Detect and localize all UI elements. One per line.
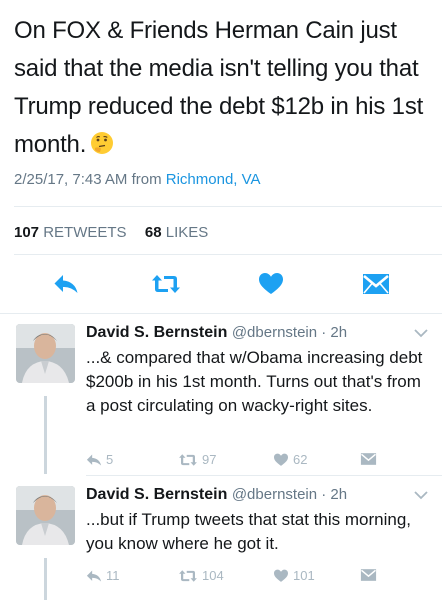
avatar[interactable]: [16, 324, 75, 383]
reply-header: David S. Bernstein @dbernstein · 2h: [86, 486, 347, 504]
direct-message-button[interactable]: [360, 452, 381, 466]
reply-tweet[interactable]: David S. Bernstein @dbernstein · 2h ...b…: [0, 486, 442, 600]
reply-button[interactable]: 11: [86, 568, 120, 583]
tweet-action-bar: [0, 268, 442, 300]
tweet-stats: 107 RETWEETS 68 LIKES: [14, 224, 208, 241]
like-button[interactable]: [255, 268, 287, 300]
retweet-button[interactable]: [150, 268, 182, 300]
retweet-icon: [179, 453, 197, 466]
reply-icon: [86, 569, 102, 582]
retweet-icon: [179, 569, 197, 582]
main-tweet: On FOX & Friends Herman Cain just said t…: [14, 12, 430, 164]
reply-text: ...& compared that w/Obama increasing de…: [86, 348, 423, 415]
reply-icon: [86, 453, 102, 466]
thread-line: [44, 558, 47, 600]
reply-header: David S. Bernstein @dbernstein · 2h: [86, 324, 347, 342]
avatar[interactable]: [16, 486, 75, 545]
like-icon: [274, 569, 288, 582]
tweet-timestamp: 2/25/17, 7:43 AM from: [14, 171, 162, 188]
retweet-label[interactable]: RETWEETS: [43, 224, 126, 241]
dm-icon: [360, 569, 377, 581]
divider: [14, 254, 442, 255]
reply-count: 5: [106, 452, 114, 467]
avatar-photo: [16, 486, 75, 545]
like-icon: [274, 453, 288, 466]
dm-icon: [363, 274, 389, 294]
avatar-photo: [16, 324, 75, 383]
direct-message-button[interactable]: [360, 568, 381, 582]
reply-tweet[interactable]: David S. Bernstein @dbernstein · 2h ...&…: [0, 324, 442, 474]
like-count: 62: [293, 452, 308, 467]
thinking-face-icon: [91, 132, 114, 154]
reply-icon: [54, 275, 78, 293]
retweet-count[interactable]: 107: [14, 224, 39, 241]
reply-button[interactable]: [50, 268, 82, 300]
author-name[interactable]: David S. Bernstein: [86, 486, 227, 503]
reply-count: 11: [106, 568, 120, 583]
tweet-meta: 2/25/17, 7:43 AM from Richmond, VA: [14, 171, 261, 188]
author-handle[interactable]: @dbernstein · 2h: [232, 486, 347, 503]
tweet-location-link[interactable]: Richmond, VA: [166, 171, 261, 188]
reply-button[interactable]: 5: [86, 452, 113, 467]
like-icon: [259, 273, 283, 294]
like-count[interactable]: 68: [145, 224, 162, 241]
dm-icon: [360, 453, 377, 465]
tweet-text: On FOX & Friends Herman Cain just said t…: [14, 12, 430, 164]
retweet-count: 104: [202, 568, 224, 583]
divider: [0, 313, 442, 314]
retweet-button[interactable]: 97: [178, 452, 216, 467]
chevron-down-icon[interactable]: [414, 490, 428, 500]
like-button[interactable]: 62: [273, 452, 307, 467]
divider: [14, 206, 442, 207]
chevron-down-icon[interactable]: [414, 328, 428, 338]
retweet-button[interactable]: 104: [178, 568, 224, 583]
retweet-icon: [152, 275, 180, 293]
like-count: 101: [293, 568, 315, 583]
tweet-text-body: On FOX & Friends Herman Cain just said t…: [14, 17, 424, 158]
thread-line: [44, 396, 47, 474]
like-label[interactable]: LIKES: [166, 224, 209, 241]
divider: [86, 475, 442, 476]
like-button[interactable]: 101: [273, 568, 315, 583]
reply-text: ...but if Trump tweets that stat this mo…: [86, 510, 412, 553]
author-handle[interactable]: @dbernstein · 2h: [232, 324, 347, 341]
direct-message-button[interactable]: [360, 268, 392, 300]
retweet-count: 97: [202, 452, 217, 467]
author-name[interactable]: David S. Bernstein: [86, 324, 227, 341]
